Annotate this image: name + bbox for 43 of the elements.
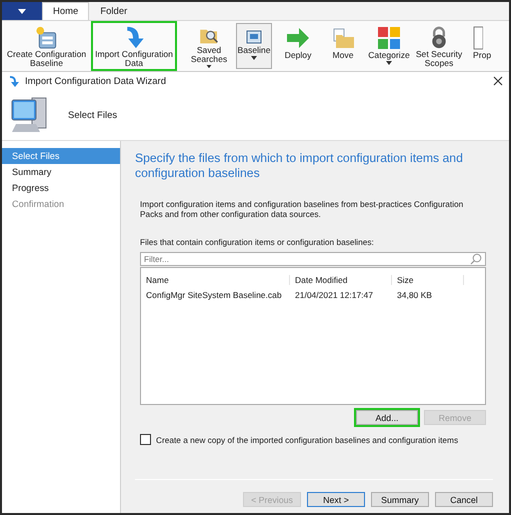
- caret-icon: [386, 61, 392, 65]
- table-cell-text: 21/04/2021 12:17:47: [294, 290, 374, 300]
- ribbon-button[interactable]: Move: [321, 21, 365, 71]
- ribbon-button[interactable]: Categorize: [365, 21, 413, 71]
- description-text: Import configuration items and configuration baselines from best-practices Configuration Packs and from other configuration data sources.: [140, 199, 464, 219]
- filter-field[interactable]: Filter...: [140, 252, 486, 266]
- table-cell-text: 34,80 KB: [396, 290, 433, 300]
- page-heading: Specify the files from which to import configuration items and configuration baselines: [135, 151, 464, 181]
- caret-icon: [251, 56, 257, 60]
- caret-icon: [18, 8, 26, 14]
- caret-icon: [206, 64, 212, 68]
- page-icon: [473, 25, 483, 51]
- arrow-icon: [8, 75, 20, 87]
- table-cell-text: ConfigMgr SiteSystem Baseline.cab: [145, 290, 283, 300]
- dialog-button[interactable]: Next >: [307, 492, 365, 507]
- application-menu-button[interactable]: [2, 2, 42, 20]
- ribbon-button[interactable]: Prop: [465, 21, 495, 71]
- column-header[interactable]: Name: [141, 274, 290, 284]
- wizard-step[interactable]: Summary: [2, 164, 120, 180]
- arrow-icon: [285, 25, 311, 51]
- column-header[interactable]: Size: [392, 274, 464, 284]
- close-icon[interactable]: [493, 76, 503, 86]
- dialog-button[interactable]: Add...: [356, 410, 418, 425]
- wizard-step[interactable]: Progress: [2, 180, 120, 196]
- ribbon-button[interactable]: Baseline: [236, 23, 272, 69]
- list-label: Files that contain configuration items or configuration baselines:: [140, 237, 375, 247]
- page-title: Select Files: [68, 110, 118, 120]
- checkbox[interactable]: [140, 434, 151, 445]
- column-header[interactable]: Date Modified: [290, 274, 392, 284]
- dialog-button[interactable]: Cancel: [435, 492, 493, 507]
- search-icon: [470, 253, 482, 265]
- ribbon-button[interactable]: Create Configuration Baseline: [2, 21, 91, 71]
- ribbon-button[interactable]: Import Configuration Data: [91, 21, 177, 71]
- dialog-button[interactable]: Summary: [371, 492, 429, 507]
- window-title: Import Configuration Data Wizard: [25, 76, 167, 86]
- tray-icon: [245, 28, 263, 46]
- tiles-icon: [376, 25, 402, 51]
- ribbon-button[interactable]: Set Security Scopes: [413, 21, 465, 71]
- checkbox-label: Create a new copy of the imported configuration baselines and configuration items: [156, 434, 458, 444]
- ribbon-tab[interactable]: Home: [42, 2, 90, 20]
- ribbon-button[interactable]: Deploy: [275, 21, 321, 71]
- ribbon-tab[interactable]: Folder: [89, 2, 138, 20]
- ribbon-button[interactable]: Saved Searches: [185, 21, 233, 71]
